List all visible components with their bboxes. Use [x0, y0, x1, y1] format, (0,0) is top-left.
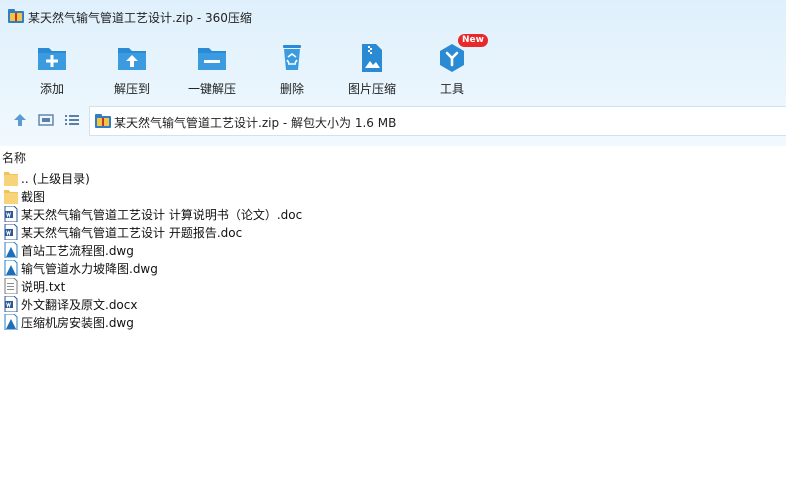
delete-label: 删除: [279, 82, 304, 96]
text-file-icon: [4, 278, 18, 294]
file-name: 某天然气输气管道工艺设计 计算说明书（论文）.doc: [21, 208, 303, 222]
file-name: 外文翻译及原文.docx: [21, 298, 138, 312]
file-name: 说明.txt: [21, 280, 66, 294]
dwg-file-icon: [4, 314, 18, 330]
file-name: 压缩机房安装图.dwg: [21, 316, 134, 330]
column-header-name[interactable]: 名称: [0, 146, 786, 165]
folder-icon: [4, 190, 18, 204]
archive-icon: [95, 114, 111, 128]
one-click-extract-button[interactable]: 一键解压: [172, 36, 252, 100]
list-item[interactable]: 截图: [0, 187, 786, 205]
toolbar: 添加 解压到 一键解压 删除 图片压缩 New 工具: [0, 32, 786, 104]
list-item[interactable]: 输气管道水力坡降图.dwg: [0, 259, 786, 277]
file-name: 首站工艺流程图.dwg: [21, 244, 134, 258]
file-name: .. (上级目录): [21, 172, 90, 186]
archive-icon: [8, 9, 24, 23]
tools-label: 工具: [439, 82, 464, 96]
list-view-icon[interactable]: [64, 112, 80, 128]
word-doc-icon: [4, 296, 18, 312]
dwg-file-icon: [4, 260, 18, 276]
tools-button[interactable]: New 工具: [412, 34, 492, 100]
word-doc-icon: [4, 224, 18, 240]
window-title: 某天然气输气管道工艺设计.zip - 360压缩: [28, 11, 252, 25]
one-click-extract-label: 一键解压: [187, 82, 236, 96]
list-item[interactable]: 首站工艺流程图.dwg: [0, 241, 786, 259]
extract-to-icon: [118, 48, 146, 70]
title-bar: 某天然气输气管道工艺设计.zip - 360压缩: [0, 0, 786, 32]
window-header: 某天然气输气管道工艺设计.zip - 360压缩 添加 解压到 一键解压 删除 …: [0, 0, 786, 146]
list-item-parent-dir[interactable]: .. (上级目录): [0, 169, 786, 187]
list-item[interactable]: 外文翻译及原文.docx: [0, 295, 786, 313]
recycle-bin-icon: [283, 45, 301, 70]
navigation-bar: 某天然气输气管道工艺设计.zip - 解包大小为 1.6 MB: [0, 106, 786, 136]
file-name: 输气管道水力坡降图.dwg: [21, 262, 158, 276]
address-path: 某天然气输气管道工艺设计.zip - 解包大小为 1.6 MB: [114, 116, 397, 130]
column-name-label: 名称: [2, 151, 27, 165]
dwg-file-icon: [4, 242, 18, 258]
address-bar[interactable]: 某天然气输气管道工艺设计.zip - 解包大小为 1.6 MB: [89, 106, 786, 136]
new-badge: New: [458, 34, 488, 47]
list-item[interactable]: 说明.txt: [0, 277, 786, 295]
add-button[interactable]: 添加: [12, 36, 92, 100]
extract-to-label: 解压到: [113, 82, 150, 96]
list-item[interactable]: 压缩机房安装图.dwg: [0, 313, 786, 331]
folder-icon: [4, 172, 18, 186]
extract-to-button[interactable]: 解压到: [92, 36, 172, 100]
image-compress-button[interactable]: 图片压缩: [332, 36, 412, 100]
arrow-up-icon[interactable]: [12, 112, 28, 128]
add-label: 添加: [39, 82, 64, 96]
list-item[interactable]: 某天然气输气管道工艺设计 计算说明书（论文）.doc: [0, 205, 786, 223]
thumbnail-view-icon[interactable]: [38, 112, 54, 128]
delete-button[interactable]: 删除: [252, 36, 332, 100]
file-name: 截图: [21, 190, 46, 204]
add-file-icon: [38, 48, 66, 70]
image-compress-label: 图片压缩: [347, 82, 396, 96]
file-name: 某天然气输气管道工艺设计 开题报告.doc: [21, 226, 243, 240]
list-item[interactable]: 某天然气输气管道工艺设计 开题报告.doc: [0, 223, 786, 241]
one-click-extract-icon: [198, 48, 226, 70]
image-compress-icon: [362, 44, 382, 72]
word-doc-icon: [4, 206, 18, 222]
